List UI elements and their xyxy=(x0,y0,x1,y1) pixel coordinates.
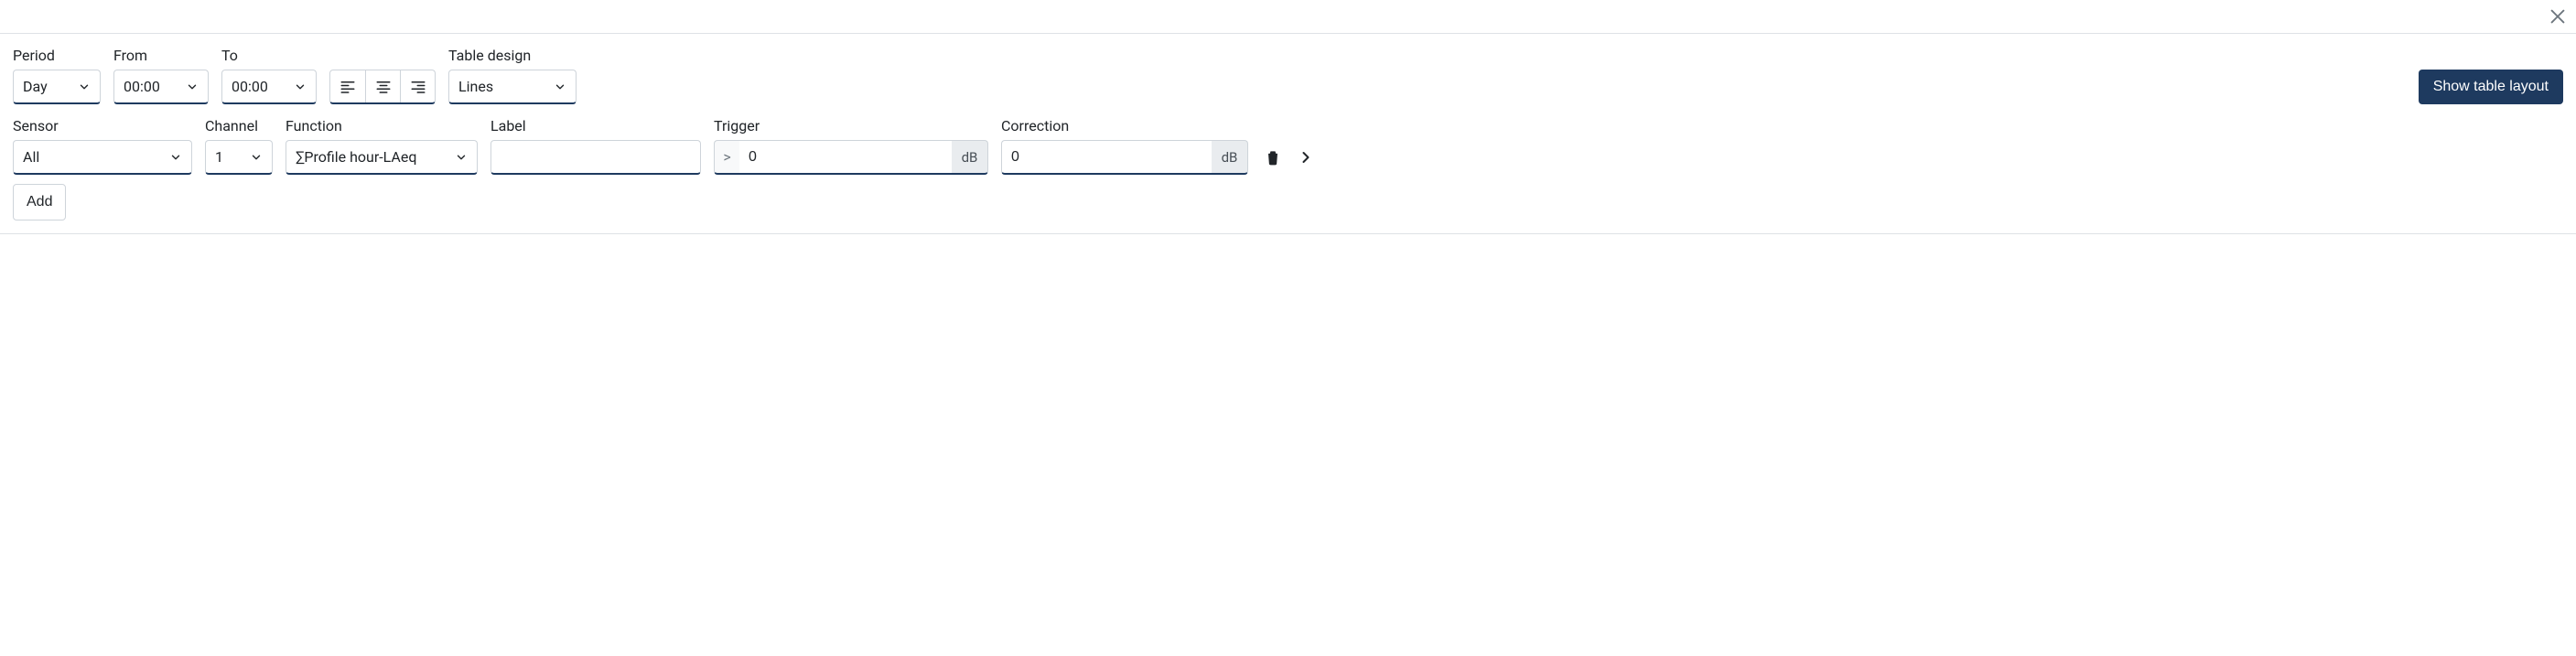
expand-row-button[interactable] xyxy=(1294,145,1318,169)
function-value: ∑Profile hour-LAeq xyxy=(296,148,447,166)
add-row: Add xyxy=(13,184,2563,220)
labelcol-label: Label xyxy=(490,117,701,134)
correction-input[interactable] xyxy=(1011,141,1202,173)
table-design-select[interactable]: Lines xyxy=(448,70,577,104)
channel-select[interactable]: 1 xyxy=(205,140,273,175)
chevron-down-icon xyxy=(455,151,468,164)
to-label: To xyxy=(221,47,317,64)
to-select[interactable]: 00:00 xyxy=(221,70,317,104)
align-center-icon xyxy=(375,79,392,95)
align-center-button[interactable] xyxy=(365,70,400,102)
table-design-label: Table design xyxy=(448,47,577,64)
close-icon xyxy=(2548,6,2568,27)
align-right-button[interactable] xyxy=(400,70,435,102)
align-group xyxy=(329,70,436,104)
align-right-icon xyxy=(410,79,426,95)
table-design-value: Lines xyxy=(458,78,546,95)
to-value: 00:00 xyxy=(232,78,286,95)
correction-group: dB xyxy=(1001,140,1248,175)
chevron-down-icon xyxy=(294,81,307,93)
from-label: From xyxy=(113,47,209,64)
trigger-input-wrap[interactable] xyxy=(739,140,952,175)
trigger-label: Trigger xyxy=(714,117,988,134)
from-select[interactable]: 00:00 xyxy=(113,70,209,104)
chevron-down-icon xyxy=(169,151,182,164)
trigger-input[interactable] xyxy=(749,141,943,173)
trash-icon xyxy=(1264,148,1282,167)
close-button[interactable] xyxy=(2545,4,2571,29)
sensor-value: All xyxy=(23,148,162,166)
labelcol-input[interactable] xyxy=(501,141,691,173)
row-actions xyxy=(1261,140,1318,175)
chevron-down-icon xyxy=(554,81,566,93)
from-value: 00:00 xyxy=(124,78,178,95)
sensor-select[interactable]: All xyxy=(13,140,192,175)
trigger-operator[interactable]: > xyxy=(714,140,739,175)
channel-label: Channel xyxy=(205,117,273,134)
chevron-down-icon xyxy=(186,81,199,93)
divider-bottom xyxy=(0,233,2576,234)
correction-unit: dB xyxy=(1212,140,1248,175)
labelcol-input-wrap[interactable] xyxy=(490,140,701,175)
correction-input-wrap[interactable] xyxy=(1001,140,1212,175)
data-row: Sensor All Channel 1 Function ∑Profile h… xyxy=(13,117,2563,175)
chevron-right-icon xyxy=(1297,148,1315,167)
show-table-layout-button[interactable]: Show table layout xyxy=(2419,70,2563,104)
align-left-button[interactable] xyxy=(330,70,365,102)
period-value: Day xyxy=(23,78,70,95)
period-select[interactable]: Day xyxy=(13,70,101,104)
sensor-label: Sensor xyxy=(13,117,192,134)
channel-value: 1 xyxy=(215,148,243,166)
add-button[interactable]: Add xyxy=(13,184,66,220)
function-label: Function xyxy=(286,117,478,134)
config-row-top: Period Day From 00:00 To 00:00 xyxy=(13,47,2563,104)
function-select[interactable]: ∑Profile hour-LAeq xyxy=(286,140,478,175)
correction-label: Correction xyxy=(1001,117,1248,134)
trigger-unit: dB xyxy=(952,140,988,175)
trigger-group: > dB xyxy=(714,140,988,175)
chevron-down-icon xyxy=(78,81,91,93)
align-left-icon xyxy=(340,79,356,95)
chevron-down-icon xyxy=(250,151,263,164)
period-label: Period xyxy=(13,47,101,64)
delete-row-button[interactable] xyxy=(1261,145,1285,169)
